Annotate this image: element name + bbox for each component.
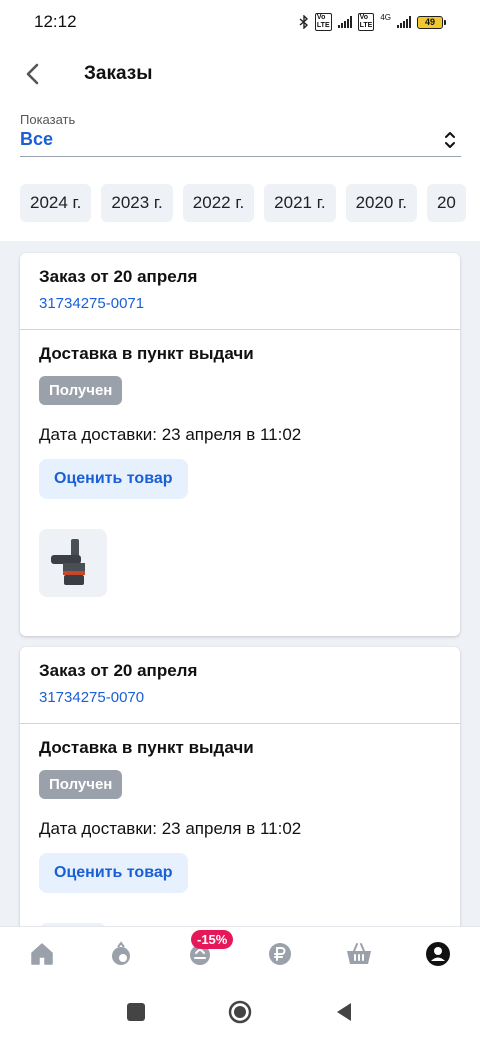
system-navigation bbox=[0, 982, 480, 1041]
order-body: Доставка в пункт выдачи Получен Дата дос… bbox=[20, 330, 460, 617]
signal-icon bbox=[337, 16, 352, 28]
product-image bbox=[51, 539, 85, 585]
product-thumbnail[interactable] bbox=[39, 529, 107, 597]
year-chip[interactable]: 2023 г. bbox=[101, 184, 173, 222]
sort-arrows-icon bbox=[445, 132, 455, 148]
order-number-link[interactable]: 31734275-0071 bbox=[39, 295, 441, 312]
home-button-icon[interactable] bbox=[228, 1000, 252, 1024]
status-icons: Vo LTE Vo LTE 4G 49 bbox=[299, 13, 446, 31]
orders-list: Заказ от 20 апреля 31734275-0071 Доставк… bbox=[0, 241, 480, 926]
network-type: 4G bbox=[380, 13, 391, 22]
year-filter-row: 2024 г. 2023 г. 2022 г. 2021 г. 2020 г. … bbox=[20, 184, 466, 222]
ruble-icon[interactable] bbox=[265, 939, 295, 969]
promo-badge: -15% bbox=[191, 930, 234, 949]
volte-icon: Vo LTE bbox=[314, 13, 332, 31]
bottom-navigation: -15% bbox=[0, 926, 480, 982]
order-number-link[interactable]: 31734275-0070 bbox=[39, 689, 441, 706]
year-chip[interactable]: 2022 г. bbox=[182, 184, 255, 222]
delivery-type: Доставка в пункт выдачи bbox=[39, 738, 254, 757]
volte-icon-2: Vo LTE bbox=[357, 13, 375, 31]
delivery-type: Доставка в пункт выдачи bbox=[39, 344, 254, 363]
order-header: Заказ от 20 апреля 31734275-0070 bbox=[20, 647, 460, 724]
back-arrow-icon[interactable] bbox=[22, 62, 46, 86]
year-chip[interactable]: 2024 г. bbox=[20, 184, 92, 222]
order-body: Доставка в пункт выдачи Получен Дата дос… bbox=[20, 724, 460, 926]
battery-level: 49 bbox=[417, 15, 443, 29]
profile-icon[interactable] bbox=[423, 939, 453, 969]
status-bar: 12:12 Vo LTE Vo LTE 4G 49 bbox=[0, 0, 480, 44]
home-icon[interactable] bbox=[27, 939, 57, 969]
delivery-date: Дата доставки: 23 апреля в 11:02 bbox=[39, 425, 302, 444]
order-card[interactable]: Заказ от 20 апреля 31734275-0070 Доставк… bbox=[20, 647, 460, 926]
page-title: Заказы bbox=[84, 63, 153, 84]
catalog-icon[interactable] bbox=[106, 939, 136, 969]
order-title: Заказ от 20 апреля bbox=[39, 267, 198, 286]
filter-label: Показать bbox=[20, 112, 76, 127]
signal-icon-2 bbox=[397, 16, 411, 28]
year-chip[interactable]: 2020 г. bbox=[345, 184, 417, 222]
bluetooth-icon bbox=[299, 15, 308, 29]
recent-apps-icon[interactable] bbox=[124, 1000, 148, 1024]
order-card[interactable]: Заказ от 20 апреля 31734275-0071 Доставк… bbox=[20, 253, 460, 636]
delivery-date: Дата доставки: 23 апреля в 11:02 bbox=[39, 819, 302, 838]
filter-value: Все bbox=[20, 129, 54, 149]
status-badge: Получен bbox=[39, 770, 123, 799]
order-header: Заказ от 20 апреля 31734275-0071 bbox=[20, 253, 460, 330]
status-badge: Получен bbox=[39, 376, 123, 405]
battery-icon: 49 bbox=[417, 15, 446, 29]
rate-product-button[interactable]: Оценить товар bbox=[39, 459, 188, 499]
status-time: 12:12 bbox=[34, 12, 77, 31]
rate-product-button[interactable]: Оценить товар bbox=[39, 853, 188, 893]
show-filter-select[interactable]: Показать Все bbox=[20, 110, 461, 157]
order-title: Заказ от 20 апреля bbox=[39, 661, 198, 680]
basket-icon[interactable] bbox=[344, 939, 374, 969]
year-chip[interactable]: 2021 г. bbox=[264, 184, 336, 222]
app-header: Заказы bbox=[0, 52, 480, 96]
year-chip[interactable]: 20 bbox=[426, 184, 466, 222]
back-button-icon[interactable] bbox=[332, 1000, 356, 1024]
